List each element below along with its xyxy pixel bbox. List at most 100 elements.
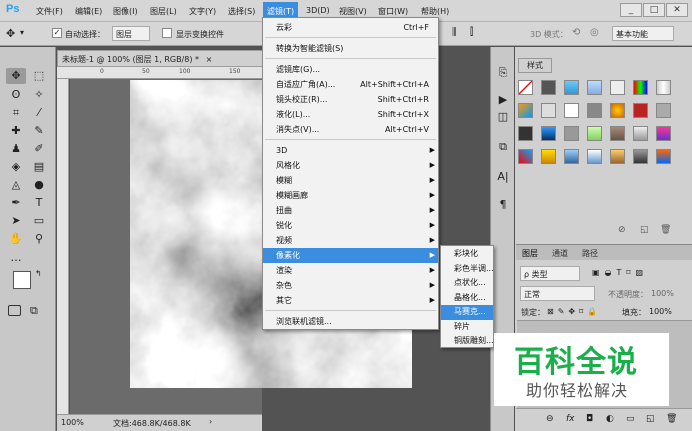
menu-view[interactable]: 视图(V): [339, 6, 367, 17]
filter-menu-item[interactable]: 云彩 Ctrl+F: [263, 20, 438, 35]
align-icon[interactable]: ⫼: [452, 27, 457, 38]
menu-help[interactable]: 帮助(H): [421, 6, 449, 17]
filter-menu-item[interactable]: 其它 ▶: [263, 293, 438, 308]
zoom-level[interactable]: 100%: [61, 418, 84, 427]
style-swatch[interactable]: [633, 103, 648, 118]
history-panel-icon[interactable]: ⎘: [493, 65, 513, 81]
eyedropper-icon[interactable]: ⁄: [29, 105, 49, 121]
filter-menu-item[interactable]: 锐化 ▶: [263, 218, 438, 233]
eraser-icon[interactable]: ◈: [6, 159, 26, 175]
filter-menu-item[interactable]: 渲染 ▶: [263, 263, 438, 278]
character-panel-icon[interactable]: A|: [493, 169, 513, 185]
history-brush-icon[interactable]: ✐: [29, 141, 49, 157]
group-icon[interactable]: ▭: [626, 414, 635, 424]
menu-layer[interactable]: 图层(L): [150, 6, 177, 17]
tab-layers[interactable]: 图层: [522, 248, 538, 259]
filter-menu-item[interactable]: 液化(L)... Shift+Ctrl+X: [263, 107, 438, 122]
auto-select-dropdown[interactable]: 图层: [112, 26, 150, 41]
pixelate-submenu-item[interactable]: 点状化...: [441, 276, 493, 291]
pixelate-submenu-item[interactable]: 彩色半调...: [441, 262, 494, 277]
filter-menu-item[interactable]: 消失点(V)... Alt+Ctrl+V: [263, 122, 438, 137]
screen-mode-icon[interactable]: ⧉: [30, 304, 38, 318]
quick-mask-icon[interactable]: [8, 305, 21, 316]
close-tab-icon[interactable]: ×: [206, 55, 213, 64]
filter-menu-item[interactable]: 杂色 ▶: [263, 278, 438, 293]
style-swatch[interactable]: [587, 126, 602, 141]
lasso-tool-icon[interactable]: ʘ: [6, 87, 26, 103]
tab-channels[interactable]: 通道: [552, 248, 568, 259]
shape-tool-icon[interactable]: ▭: [29, 213, 49, 229]
pixelate-submenu-item[interactable]: 彩块化: [441, 247, 493, 262]
style-swatch[interactable]: [518, 126, 533, 141]
dodge-tool-icon[interactable]: ●: [29, 177, 49, 193]
filter-menu-item[interactable]: 镜头校正(R)... Shift+Ctrl+R: [263, 92, 438, 107]
styles-tab[interactable]: 样式: [518, 58, 552, 73]
trash-icon[interactable]: 🗑: [660, 225, 671, 235]
style-new-icon[interactable]: ◱: [640, 225, 649, 235]
filter-menu-item[interactable]: 3D ▶: [263, 143, 438, 158]
style-swatch[interactable]: [633, 126, 648, 141]
style-swatch[interactable]: [541, 103, 556, 118]
maximize-button[interactable]: □: [643, 3, 665, 17]
hand-tool-icon[interactable]: ✋: [6, 231, 26, 247]
style-swatch[interactable]: [610, 103, 625, 118]
clone-stamp-icon[interactable]: ♟: [6, 141, 26, 157]
distribute-icon[interactable]: ⫿: [470, 27, 473, 38]
blend-mode-dropdown[interactable]: 正常: [520, 286, 595, 301]
style-swatch[interactable]: [656, 80, 671, 95]
3d-roll-icon[interactable]: ◎: [590, 27, 599, 38]
swap-colors-icon[interactable]: ↰: [35, 269, 42, 278]
filter-menu-item[interactable]: 风格化 ▶: [263, 158, 438, 173]
show-transform-checkbox[interactable]: [162, 28, 172, 38]
style-swatch[interactable]: [541, 80, 556, 95]
magic-wand-icon[interactable]: ✧: [29, 87, 49, 103]
style-swatch[interactable]: [610, 80, 625, 95]
actions-panel-icon[interactable]: ▶: [493, 92, 513, 108]
layer-comps-icon[interactable]: ◫: [493, 109, 513, 125]
fill-value[interactable]: 100%: [649, 307, 672, 316]
chevron-down-icon[interactable]: ▾: [20, 28, 24, 37]
move-tool-icon[interactable]: ✥: [6, 68, 26, 84]
blur-tool-icon[interactable]: ◬: [6, 177, 26, 193]
style-swatch[interactable]: [633, 149, 648, 164]
auto-select-checkbox[interactable]: ✓: [52, 28, 62, 38]
menu-edit[interactable]: 编辑(E): [75, 6, 102, 17]
pixelate-submenu-item[interactable]: 晶格化...: [441, 291, 493, 306]
workspace-dropdown[interactable]: 基本功能: [612, 26, 674, 41]
foreground-color-swatch[interactable]: [13, 271, 31, 289]
filter-menu-item[interactable]: 像素化 ▶: [263, 248, 438, 263]
minimize-button[interactable]: _: [620, 3, 642, 17]
style-swatch[interactable]: [518, 103, 533, 118]
link-layers-icon[interactable]: ⊖: [546, 414, 554, 424]
zoom-tool-icon[interactable]: ⚲: [29, 231, 49, 247]
clone-source-icon[interactable]: ⧉: [493, 139, 513, 155]
style-swatch[interactable]: [518, 149, 533, 164]
filter-menu-item[interactable]: 模糊 ▶: [263, 173, 438, 188]
healing-brush-icon[interactable]: ✚: [6, 123, 26, 139]
status-menu-arrow[interactable]: ›: [209, 417, 212, 426]
gradient-tool-icon[interactable]: ▤: [29, 159, 49, 175]
style-swatch[interactable]: [633, 80, 648, 95]
style-swatch[interactable]: [564, 103, 579, 118]
pixelate-submenu-item[interactable]: 碎片: [441, 320, 493, 335]
style-swatch[interactable]: [656, 126, 671, 141]
filter-menu-item[interactable]: 转换为智能滤镜(S): [263, 41, 438, 56]
style-swatch[interactable]: [541, 126, 556, 141]
style-swatch[interactable]: [564, 149, 579, 164]
layer-filter-dropdown[interactable]: ρ 类型: [520, 266, 580, 281]
menu-window[interactable]: 窗口(W): [378, 6, 408, 17]
style-swatch[interactable]: [656, 103, 671, 118]
pen-tool-icon[interactable]: ✒: [6, 195, 26, 211]
filter-menu-item[interactable]: 自适应广角(A)... Alt+Shift+Ctrl+A: [263, 77, 438, 92]
menu-file[interactable]: 文件(F): [36, 6, 63, 17]
path-select-icon[interactable]: ➤: [6, 213, 26, 229]
marquee-tool-icon[interactable]: ⬚: [29, 68, 49, 84]
delete-layer-icon[interactable]: 🗑: [666, 414, 677, 424]
style-swatch[interactable]: [610, 149, 625, 164]
layer-filter-icons[interactable]: ▣◒T⌑▨: [592, 268, 648, 277]
new-layer-icon[interactable]: ◱: [646, 414, 655, 424]
style-swatch[interactable]: [541, 149, 556, 164]
paragraph-panel-icon[interactable]: ¶: [493, 197, 513, 213]
type-tool-icon[interactable]: T: [29, 195, 49, 211]
filter-menu-item[interactable]: 浏览联机滤镜...: [263, 314, 438, 329]
